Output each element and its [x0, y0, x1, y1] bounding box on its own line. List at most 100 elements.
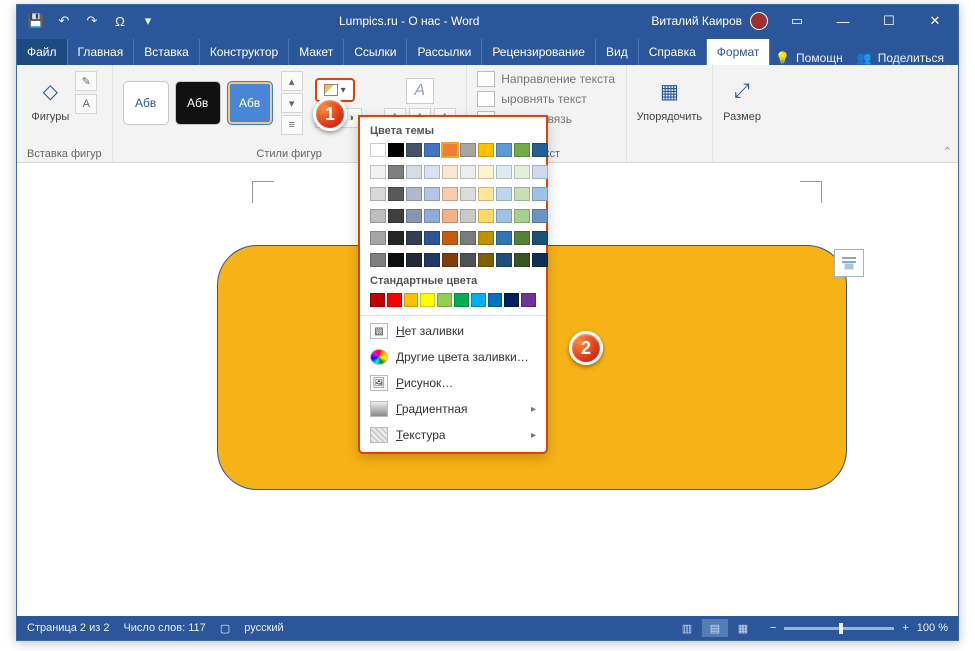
color-swatch[interactable]: [478, 143, 494, 157]
tab-format[interactable]: Формат: [707, 39, 771, 65]
gallery-down-icon[interactable]: ▾: [281, 93, 303, 113]
tab-file[interactable]: Файл: [17, 39, 68, 65]
tab-home[interactable]: Главная: [68, 39, 135, 65]
color-swatch[interactable]: [478, 209, 494, 223]
color-swatch[interactable]: [404, 293, 419, 307]
maximize-button[interactable]: ☐: [866, 5, 912, 37]
zoom-in-button[interactable]: +: [902, 622, 908, 634]
color-swatch[interactable]: [514, 187, 530, 201]
color-swatch[interactable]: [514, 231, 530, 245]
proofing-icon[interactable]: ▢: [220, 622, 230, 635]
color-swatch[interactable]: [532, 165, 548, 179]
color-swatch[interactable]: [388, 253, 404, 267]
color-swatch[interactable]: [406, 165, 422, 179]
size-icon[interactable]: ⤢: [725, 71, 759, 111]
tab-insert[interactable]: Вставка: [134, 39, 200, 65]
color-swatch[interactable]: [478, 253, 494, 267]
color-swatch[interactable]: [521, 293, 536, 307]
color-swatch[interactable]: [370, 231, 386, 245]
redo-icon[interactable]: ↷: [81, 10, 103, 32]
arrange-icon[interactable]: ▦: [652, 71, 686, 111]
picture-fill-item[interactable]: 🖼Рисунок…: [360, 370, 546, 396]
color-swatch[interactable]: [420, 293, 435, 307]
gallery-up-icon[interactable]: ▴: [281, 71, 303, 91]
tab-references[interactable]: Ссылки: [344, 39, 407, 65]
color-swatch[interactable]: [532, 187, 548, 201]
color-swatch[interactable]: [496, 209, 512, 223]
color-swatch[interactable]: [532, 231, 548, 245]
color-swatch[interactable]: [460, 143, 476, 157]
color-swatch[interactable]: [496, 231, 512, 245]
color-swatch[interactable]: [388, 231, 404, 245]
avatar[interactable]: [750, 12, 768, 30]
color-swatch[interactable]: [388, 143, 404, 157]
color-swatch[interactable]: [424, 143, 440, 157]
color-swatch[interactable]: [370, 187, 386, 201]
color-swatch[interactable]: [370, 165, 386, 179]
color-swatch[interactable]: [478, 187, 494, 201]
color-swatch[interactable]: [514, 253, 530, 267]
textbox-icon[interactable]: A: [75, 94, 97, 114]
color-swatch[interactable]: [514, 165, 530, 179]
color-swatch[interactable]: [388, 209, 404, 223]
more-colors-item[interactable]: Другие цвета заливки…: [360, 344, 546, 370]
color-swatch[interactable]: [370, 143, 386, 157]
zoom-level[interactable]: 100 %: [917, 622, 948, 634]
tab-help[interactable]: Справка: [639, 39, 707, 65]
zoom-slider[interactable]: [784, 627, 894, 630]
omega-icon[interactable]: Ω: [109, 10, 131, 32]
collapse-ribbon-icon[interactable]: ⌃: [943, 145, 952, 158]
color-swatch[interactable]: [406, 253, 422, 267]
color-swatch[interactable]: [488, 293, 503, 307]
share-action[interactable]: 👥Поделиться: [857, 51, 944, 65]
color-swatch[interactable]: [442, 187, 458, 201]
color-swatch[interactable]: [406, 231, 422, 245]
color-swatch[interactable]: [514, 143, 530, 157]
color-swatch[interactable]: [370, 209, 386, 223]
color-swatch[interactable]: [532, 209, 548, 223]
no-fill-item[interactable]: ▧Нет заливки: [360, 318, 546, 344]
tab-review[interactable]: Рецензирование: [482, 39, 596, 65]
color-swatch[interactable]: [478, 165, 494, 179]
color-swatch[interactable]: [460, 209, 476, 223]
color-swatch[interactable]: [424, 187, 440, 201]
tab-design[interactable]: Конструктор: [200, 39, 289, 65]
color-swatch[interactable]: [370, 253, 386, 267]
status-page[interactable]: Страница 2 из 2: [27, 622, 109, 634]
shape-style-1[interactable]: Абв: [123, 81, 169, 125]
color-swatch[interactable]: [442, 253, 458, 267]
edit-shape-icon[interactable]: ✎: [75, 71, 97, 91]
color-swatch[interactable]: [471, 293, 486, 307]
texture-fill-item[interactable]: Текстура▸: [360, 422, 546, 448]
print-layout-icon[interactable]: ▤: [702, 619, 728, 637]
color-swatch[interactable]: [387, 293, 402, 307]
shape-style-3[interactable]: Абв: [227, 81, 273, 125]
color-swatch[interactable]: [532, 253, 548, 267]
color-swatch[interactable]: [460, 231, 476, 245]
color-swatch[interactable]: [442, 231, 458, 245]
color-swatch[interactable]: [388, 165, 404, 179]
layout-options-button[interactable]: [834, 249, 864, 277]
help-action[interactable]: 💡Помощн: [775, 51, 843, 65]
color-swatch[interactable]: [437, 293, 452, 307]
color-swatch[interactable]: [460, 253, 476, 267]
color-swatch[interactable]: [532, 143, 548, 157]
color-swatch[interactable]: [514, 209, 530, 223]
color-swatch[interactable]: [442, 165, 458, 179]
tab-mailings[interactable]: Рассылки: [407, 39, 482, 65]
close-button[interactable]: ✕: [912, 5, 958, 37]
undo-icon[interactable]: ↶: [53, 10, 75, 32]
color-swatch[interactable]: [424, 165, 440, 179]
color-swatch[interactable]: [496, 253, 512, 267]
color-swatch[interactable]: [424, 253, 440, 267]
text-direction-button[interactable]: Направление текста: [477, 71, 615, 87]
color-swatch[interactable]: [454, 293, 469, 307]
ribbon-options-icon[interactable]: ▭: [774, 5, 820, 37]
color-swatch[interactable]: [388, 187, 404, 201]
color-swatch[interactable]: [460, 165, 476, 179]
minimize-button[interactable]: —: [820, 5, 866, 37]
save-icon[interactable]: 💾: [25, 10, 47, 32]
color-swatch[interactable]: [424, 209, 440, 223]
align-text-button[interactable]: ыровнять текст: [477, 91, 615, 107]
color-swatch[interactable]: [370, 293, 385, 307]
